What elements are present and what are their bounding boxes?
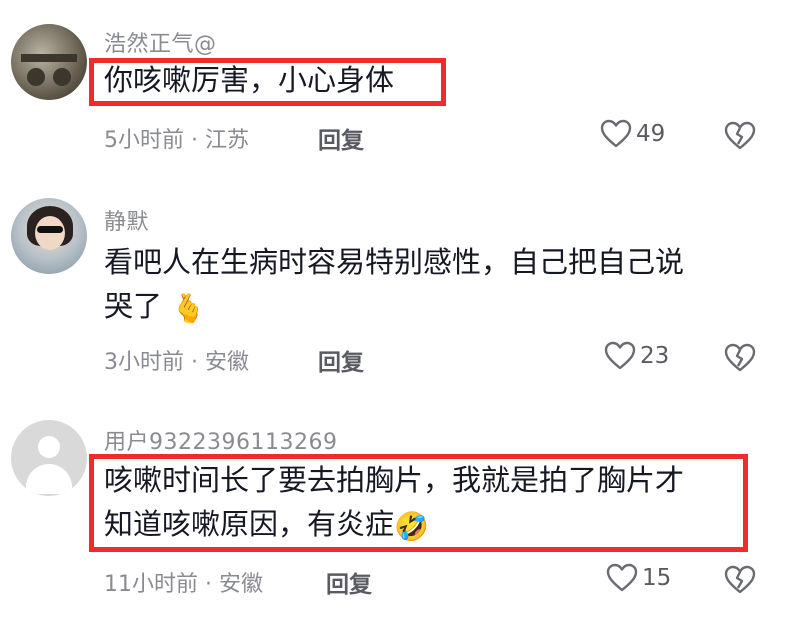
- meta-separator: ·: [184, 350, 205, 375]
- comment-text-line: 看吧人在生病时容易特别感性，自己把自己说: [104, 245, 685, 279]
- dislike-button[interactable]: [724, 343, 756, 377]
- like-button[interactable]: 23: [604, 341, 669, 371]
- like-button[interactable]: 15: [606, 563, 671, 593]
- comment-time: 3小时前: [104, 350, 184, 375]
- comment-username[interactable]: 用户9322396113269: [104, 424, 337, 456]
- dislike-button[interactable]: [724, 565, 756, 599]
- comment-meta: 11小时前 · 安徽: [104, 566, 263, 598]
- comment-item: 静默 看吧人在生病时容易特别感性，自己把自己说 哭了 🫰 3小时前 · 安徽 回…: [0, 170, 800, 390]
- comment-text: 你咳嗽厉害，小心身体: [104, 58, 394, 102]
- reply-button[interactable]: 回复: [318, 121, 364, 155]
- heart-outline-icon: [604, 341, 636, 370]
- heart-outline-icon: [600, 119, 632, 148]
- comment-text: 看吧人在生病时容易特别感性，自己把自己说 哭了 🫰: [104, 240, 684, 328]
- avatar[interactable]: [11, 198, 87, 274]
- comment-text: 咳嗽时间长了要去拍胸片，我就是拍了胸片才 知道咳嗽原因，有炎症🤣: [104, 458, 684, 546]
- comment-location: 安徽: [204, 350, 249, 375]
- comment-text-line: 咳嗽时间长了要去拍胸片，我就是拍了胸片才: [104, 463, 685, 497]
- meta-separator: ·: [184, 128, 205, 153]
- finger-heart-emoji: 🫰: [171, 292, 207, 325]
- like-count: 23: [640, 343, 670, 369]
- comment-time: 11小时前: [104, 572, 198, 597]
- meta-separator: ·: [198, 572, 219, 597]
- broken-heart-icon: [724, 343, 756, 372]
- reply-button[interactable]: 回复: [326, 565, 372, 599]
- comment-text-line: 你咳嗽厉害，小心身体: [104, 63, 395, 97]
- comment-item: 浩然正气@ 你咳嗽厉害，小心身体 5小时前 · 江苏 回复 49: [0, 0, 800, 170]
- heart-outline-icon: [606, 563, 638, 592]
- comment-text-line-wrap: 知道咳嗽原因，有炎症🤣: [104, 502, 684, 546]
- like-button[interactable]: 49: [600, 119, 665, 149]
- comment-location: 安徽: [218, 572, 263, 597]
- reply-button[interactable]: 回复: [318, 343, 364, 377]
- comment-username[interactable]: 浩然正气@: [104, 26, 217, 58]
- comment-item: 用户9322396113269 咳嗽时间长了要去拍胸片，我就是拍了胸片才 知道咳…: [0, 390, 800, 617]
- avatar[interactable]: [11, 24, 87, 100]
- comment-text-line-wrap: 哭了 🫰: [104, 284, 684, 328]
- comment-time: 5小时前: [104, 128, 184, 153]
- broken-heart-icon: [724, 121, 756, 150]
- comment-username[interactable]: 静默: [104, 204, 149, 236]
- comment-text-line: 哭了: [104, 289, 163, 323]
- like-count: 49: [636, 121, 666, 147]
- rolling-laughing-emoji: 🤣: [394, 510, 429, 543]
- comment-text-line: 知道咳嗽原因，有炎症: [104, 507, 395, 541]
- dislike-button[interactable]: [724, 121, 756, 155]
- broken-heart-icon: [724, 565, 756, 594]
- comment-meta: 3小时前 · 安徽: [104, 344, 249, 376]
- comment-location: 江苏: [204, 128, 249, 153]
- avatar[interactable]: [11, 420, 87, 496]
- comment-meta: 5小时前 · 江苏: [104, 122, 249, 154]
- like-count: 15: [642, 565, 672, 591]
